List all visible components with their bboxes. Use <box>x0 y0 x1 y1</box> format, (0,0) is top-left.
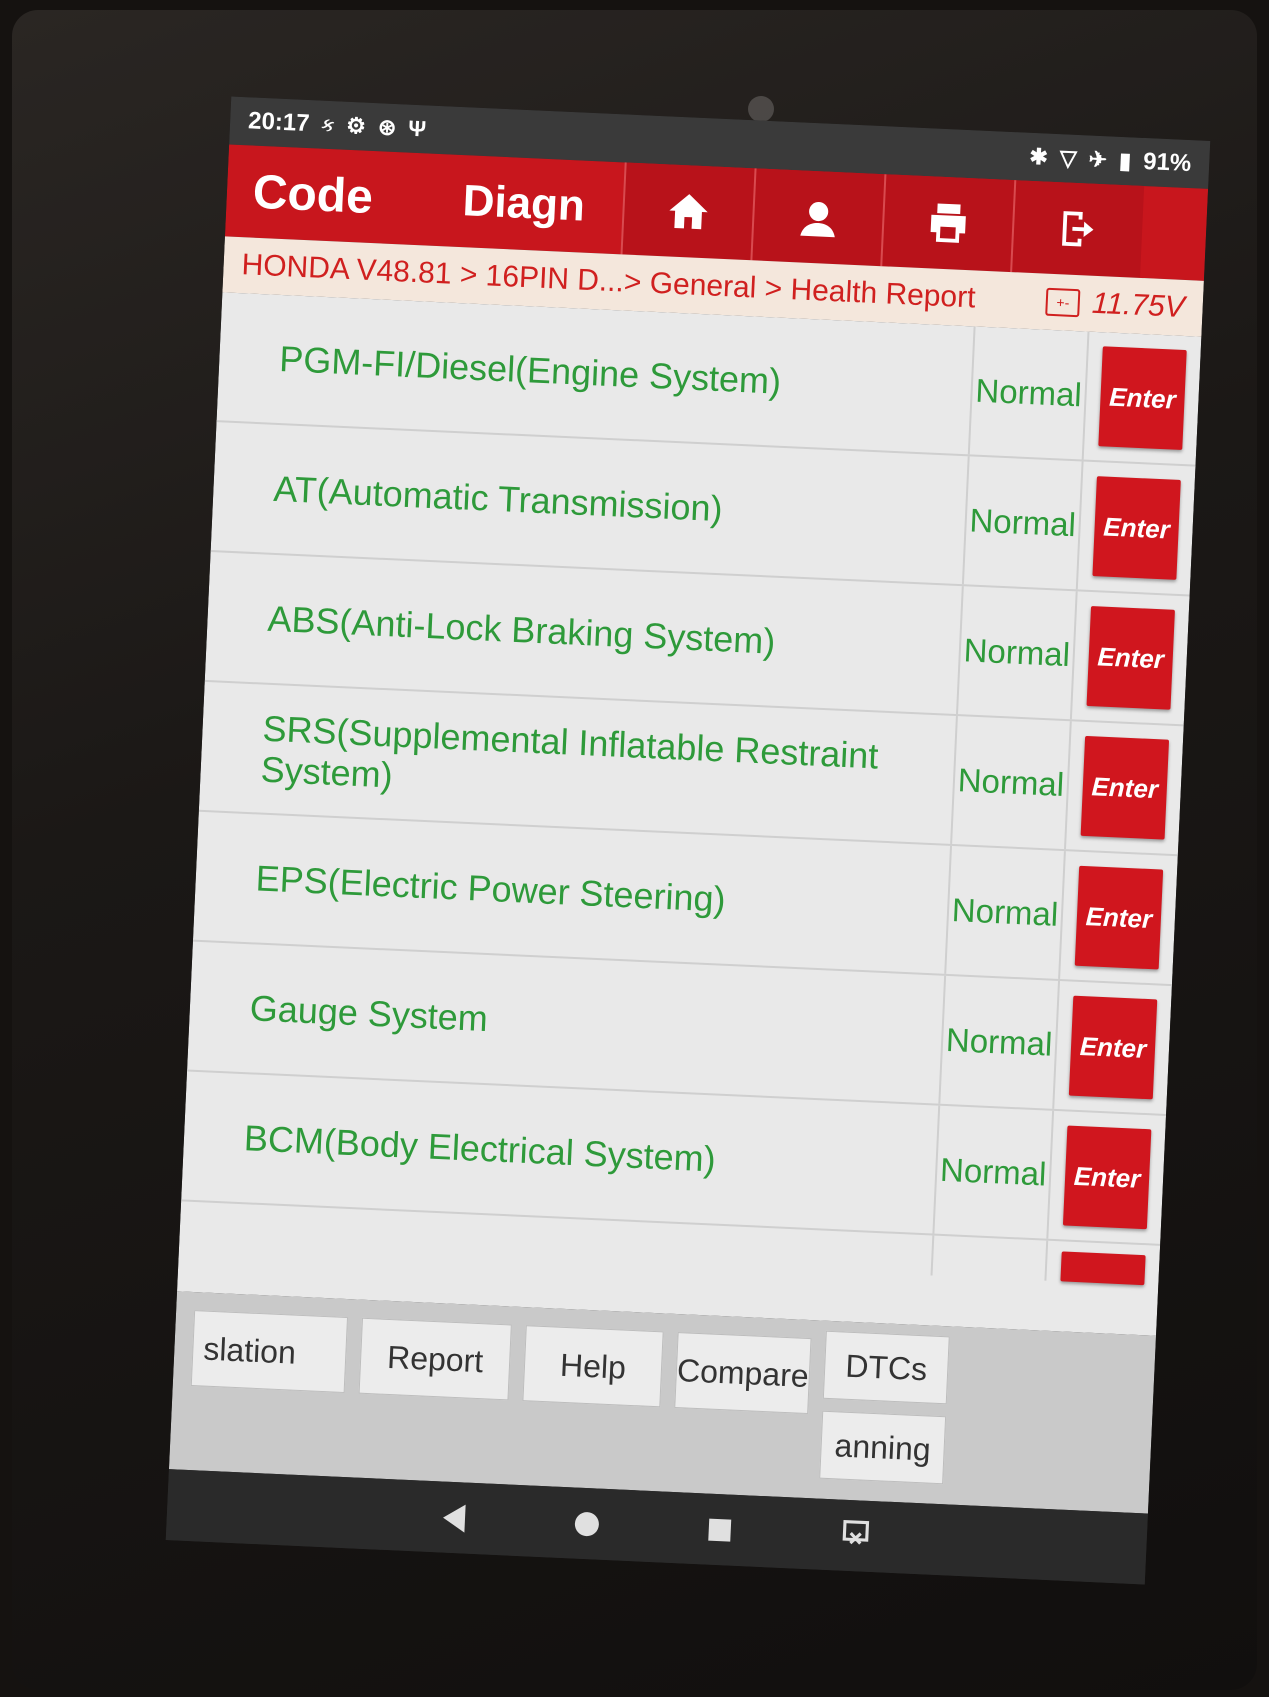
exit-button[interactable] <box>1010 180 1145 278</box>
user-support-icon <box>800 201 835 238</box>
report-button[interactable]: Report <box>358 1317 512 1401</box>
enter-button[interactable]: Enter <box>1086 606 1175 710</box>
back-icon[interactable] <box>442 1503 466 1533</box>
bluetooth-icon: ✱ <box>1028 143 1049 170</box>
enter-button[interactable]: Enter <box>1062 1125 1152 1230</box>
car-battery-icon: +- <box>1045 287 1081 318</box>
print-button[interactable] <box>880 174 1015 273</box>
home-icon <box>669 194 708 230</box>
voltage-readout: 11.75V <box>1091 286 1186 324</box>
recent-apps-icon[interactable] <box>708 1518 732 1542</box>
system-status: Normal <box>952 716 1072 850</box>
enter-button-partial[interactable] <box>1060 1251 1146 1286</box>
enter-button[interactable]: Enter <box>1068 995 1158 1100</box>
help-button[interactable]: Help <box>522 1325 664 1408</box>
app-subtitle: Diagn <box>461 176 587 231</box>
screenshot-icon[interactable] <box>840 1518 872 1554</box>
device-screen: 20:17 ક ⚙ ⊛ Ψ ✱ ▽ ✈ ▮ 91% Code Diagn HON… <box>165 96 1211 1585</box>
system-status: Normal <box>940 975 1061 1109</box>
system-status: Normal <box>934 1105 1055 1239</box>
translation-button[interactable]: slation <box>190 1310 349 1393</box>
sync-icon: ⊛ <box>377 114 397 141</box>
exit-icon <box>1062 211 1094 247</box>
app-title: Code <box>251 165 375 224</box>
usb-icon: Ψ <box>407 115 427 142</box>
support-button[interactable] <box>750 168 885 267</box>
status-time: 20:17 <box>247 107 311 138</box>
dtcs-button[interactable]: DTCs <box>822 1330 950 1405</box>
enter-button[interactable]: Enter <box>1074 865 1164 970</box>
system-status-partial <box>932 1235 1049 1281</box>
front-camera <box>748 96 774 122</box>
battery-status-icon: ▮ <box>1118 147 1132 174</box>
enter-button[interactable]: Enter <box>1092 476 1181 580</box>
system-status: Normal <box>958 586 1078 720</box>
printer-icon <box>930 203 966 243</box>
home-button[interactable] <box>620 162 755 261</box>
compare-button[interactable]: Compare <box>674 1332 812 1415</box>
system-status: Normal <box>969 326 1090 460</box>
gear-icon: ⚙ <box>345 112 367 139</box>
system-list: PGM-FI/Diesel(Engine System) Normal Ente… <box>177 292 1202 1336</box>
status-suffix: ક <box>321 114 335 135</box>
signal-icon: ▽ <box>1059 145 1078 171</box>
enter-button[interactable]: Enter <box>1080 735 1170 840</box>
home-nav-icon[interactable] <box>574 1511 600 1537</box>
enter-button[interactable]: Enter <box>1098 346 1187 451</box>
battery-percent: 91% <box>1142 147 1192 178</box>
system-status: Normal <box>946 845 1066 980</box>
airplane-icon: ✈ <box>1088 146 1108 173</box>
scanning-button[interactable]: anning <box>819 1410 947 1485</box>
system-status: Normal <box>963 456 1084 590</box>
